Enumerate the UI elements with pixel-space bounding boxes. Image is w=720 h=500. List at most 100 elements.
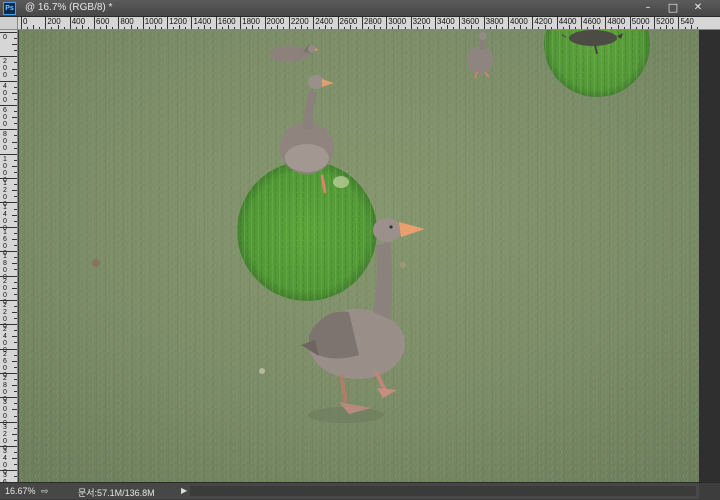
ruler-minor-tick	[12, 190, 17, 192]
status-bar: 16.67% ⇨ 문서:57.1M/136.8M ▶	[0, 482, 720, 500]
ruler-minor-tick	[14, 464, 17, 466]
maximize-button[interactable]: □	[661, 1, 685, 15]
ruler-label: 2000	[266, 17, 285, 26]
ruler-minor-tick	[14, 415, 17, 417]
ruler-major-tick	[459, 17, 461, 29]
ruler-label: 3600	[461, 17, 480, 26]
ruler-minor-tick	[12, 44, 17, 46]
ruler-minor-tick	[12, 360, 17, 362]
zoom-level[interactable]: 16.67%	[5, 486, 36, 496]
ruler-label: 3800	[485, 17, 504, 26]
ruler-major-tick	[678, 17, 680, 29]
vertical-ruler[interactable]: 0200400600800100012001400160018002000220…	[0, 30, 18, 482]
ruler-major-tick	[0, 226, 17, 228]
ruler-label: 200	[3, 58, 7, 80]
ruler-minor-tick	[14, 293, 17, 295]
scroll-corner	[699, 483, 720, 500]
ruler-label: 4000	[510, 17, 528, 26]
ruler-minor-tick	[14, 111, 17, 113]
ruler-major-tick	[0, 445, 17, 447]
ruler-major-tick	[167, 17, 169, 29]
ruler-major-tick	[0, 421, 17, 423]
vertical-scrollbar[interactable]	[699, 30, 720, 482]
ruler-minor-tick	[14, 281, 17, 283]
ruler-minor-tick	[14, 439, 17, 441]
triangle-right-icon[interactable]: ▶	[181, 486, 187, 495]
ruler-minor-tick	[12, 238, 17, 240]
ruler-label: 2400	[315, 17, 333, 26]
close-button[interactable]: ✕	[686, 1, 710, 15]
ruler-minor-tick	[12, 287, 17, 289]
ruler-minor-tick	[14, 366, 17, 368]
ruler-minor-tick	[12, 433, 17, 435]
ruler-major-tick	[654, 17, 656, 29]
ruler-label: 3400	[436, 17, 455, 26]
ruler-major-tick	[434, 17, 436, 29]
ruler-minor-tick	[12, 385, 17, 387]
ruler-label: 1800	[242, 17, 260, 26]
ruler-major-tick	[45, 17, 47, 29]
ruler-label: 0	[23, 17, 28, 26]
ruler-label: 400	[3, 82, 7, 104]
horizontal-scrollbar[interactable]	[190, 486, 696, 496]
ruler-minor-tick	[14, 147, 17, 149]
document-title[interactable]: @ 16.7% (RGB/8) *	[25, 2, 112, 13]
ruler-minor-tick	[12, 165, 17, 167]
ruler-label: 3000	[388, 17, 407, 26]
ruler-major-tick	[0, 275, 17, 277]
document-canvas[interactable]	[19, 30, 699, 482]
ruler-minor-tick	[14, 330, 17, 332]
ruler-label: 800	[120, 17, 134, 26]
ruler-major-tick	[313, 17, 315, 29]
ruler-minor-tick	[14, 245, 17, 247]
ruler-major-tick	[386, 17, 388, 29]
ruler-minor-tick	[12, 141, 17, 143]
ruler-origin-corner[interactable]	[0, 17, 18, 30]
ruler-label: 800	[3, 131, 7, 153]
ruler-major-tick	[0, 397, 17, 399]
ruler-minor-tick	[12, 68, 17, 70]
ruler-major-tick	[483, 17, 485, 29]
ruler-major-tick	[0, 470, 17, 472]
ruler-label: 2200	[290, 17, 309, 26]
ruler-minor-tick	[14, 184, 17, 186]
ruler-major-tick	[0, 202, 17, 204]
ruler-minor-tick	[14, 378, 17, 380]
ruler-minor-tick	[14, 172, 17, 173]
horizontal-ruler[interactable]: 0 200 400 600 800 1000 1200 1400 1600 1800 2000 220…	[0, 17, 720, 30]
ruler-minor-tick	[14, 196, 17, 198]
ruler-major-tick	[0, 251, 17, 253]
photoshop-logo-icon: Ps	[3, 2, 16, 15]
ruler-label: 600	[3, 107, 7, 129]
ruler-major-tick	[118, 17, 120, 29]
ruler-label: 400	[71, 17, 86, 26]
ruler-major-tick	[0, 129, 17, 131]
ruler-major-tick	[191, 17, 193, 29]
ruler-major-tick	[94, 17, 96, 29]
ruler-minor-tick	[14, 318, 17, 320]
ruler-minor-tick	[14, 98, 17, 100]
share-icon[interactable]: ⇨	[41, 486, 49, 497]
ruler-major-tick	[361, 17, 363, 29]
document-tab-bar: Ps @ 16.7% (RGB/8) * – □ ✕	[0, 0, 720, 17]
ruler-minor-tick	[14, 232, 17, 234]
ruler-minor-tick	[14, 342, 17, 344]
ruler-minor-tick	[12, 409, 17, 411]
minimize-button[interactable]: –	[636, 1, 660, 15]
ruler-minor-tick	[14, 305, 17, 307]
ruler-label: 540	[680, 17, 694, 26]
ruler-label: 1600	[217, 17, 236, 26]
ruler-minor-tick	[12, 117, 17, 119]
ruler-major-tick	[0, 178, 17, 180]
ruler-minor-tick	[12, 92, 17, 94]
ruler-label: 4200	[534, 17, 553, 26]
ruler-minor-tick	[12, 336, 17, 338]
ruler-label: 2600	[339, 17, 358, 26]
ruler-major-tick	[0, 372, 17, 374]
ruler-major-tick	[0, 324, 17, 326]
ruler-minor-tick	[14, 476, 17, 478]
ruler-major-tick	[0, 299, 17, 301]
document-size-info: 문서:57.1M/136.8M	[78, 488, 155, 498]
ruler-minor-tick	[14, 354, 17, 356]
ruler-major-tick	[0, 153, 17, 155]
